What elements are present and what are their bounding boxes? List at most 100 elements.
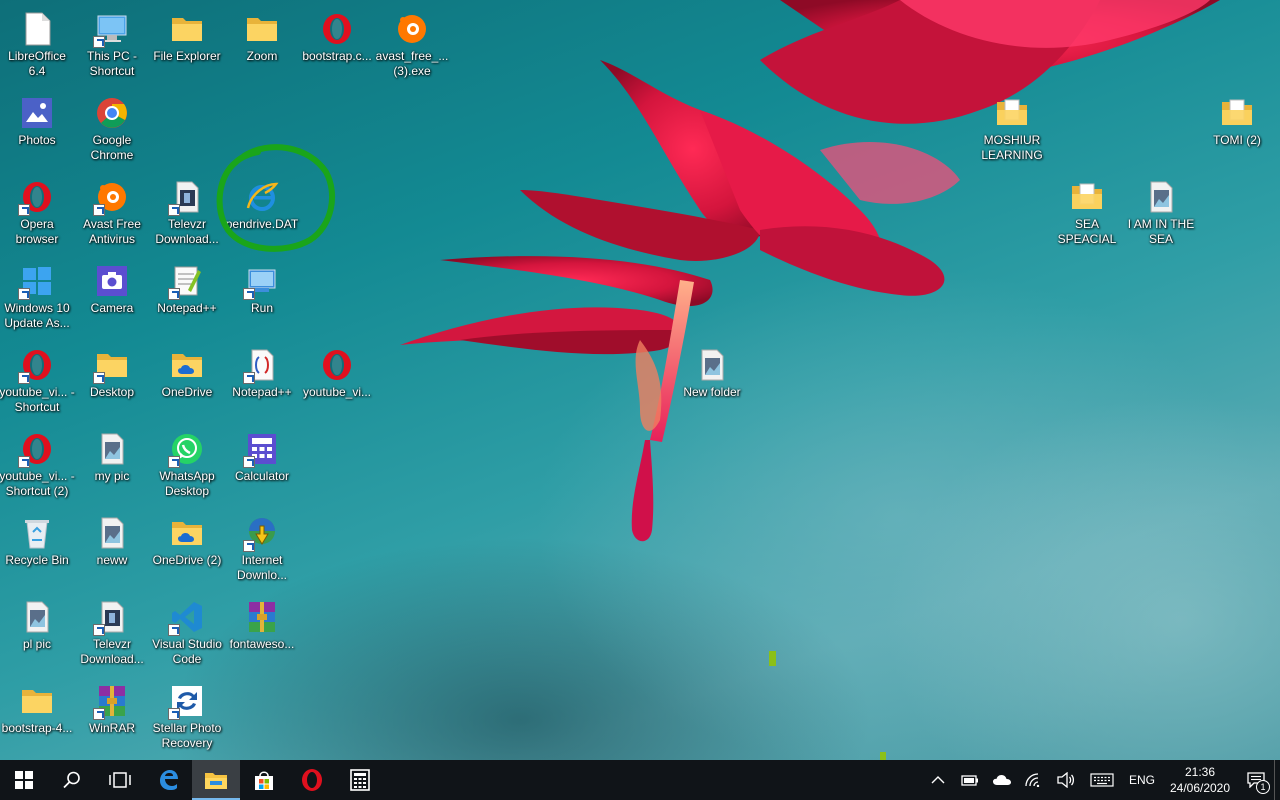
- desktop-icon-label: Recycle Bin: [5, 553, 69, 567]
- desktop-icon-label: New folder: [683, 385, 741, 399]
- store-icon: [255, 771, 273, 790]
- desktop-icon-file-explorer[interactable]: File Explorer: [149, 6, 225, 86]
- desktop-icon-label: OneDrive: [161, 385, 213, 399]
- onedrive-folder-icon: [170, 516, 204, 550]
- desktop-icon-label: Run: [250, 301, 273, 315]
- desktop-icon-pl-pic[interactable]: pl pic: [0, 594, 75, 674]
- desktop-icon-label: pl pic: [22, 637, 51, 651]
- calculator-icon: [350, 769, 370, 791]
- desktop-icon-sea-speacial[interactable]: SEA SPEACIAL: [1049, 174, 1125, 254]
- opera-button[interactable]: [288, 760, 336, 800]
- touch-keyboard-button[interactable]: [1082, 760, 1122, 800]
- desktop-icon-avast-free-3-exe[interactable]: avast_free_... (3).exe: [374, 6, 450, 86]
- chevron-up-icon: [931, 776, 945, 784]
- desktop-icon-libreoffice-6-4[interactable]: LibreOffice 6.4: [0, 6, 75, 86]
- desktop-icon-i-am-in-the-sea[interactable]: I AM IN THE SEA: [1123, 174, 1199, 254]
- desktop-icon-my-pic[interactable]: my pic: [74, 426, 150, 506]
- desktop-icon-camera[interactable]: Camera: [74, 258, 150, 338]
- desktop-icon-label: Windows 10 Update As...: [4, 301, 70, 330]
- desktop-icon-recycle-bin[interactable]: Recycle Bin: [0, 510, 75, 590]
- desktop-icon-label: bootstrap-4...: [1, 721, 73, 735]
- opera-icon: [320, 12, 354, 46]
- desktop-icon-label: my pic: [94, 469, 130, 483]
- avast-icon: [93, 180, 129, 216]
- task-view-button[interactable]: [96, 760, 144, 800]
- clock-button[interactable]: 21:36 24/06/2020: [1162, 760, 1238, 800]
- edge-button[interactable]: [144, 760, 192, 800]
- show-desktop-button[interactable]: [1274, 760, 1280, 800]
- desktop-icon-fontaweso[interactable]: fontaweso...: [224, 594, 300, 674]
- desktop-icon-winrar[interactable]: WinRAR: [74, 678, 150, 758]
- desktop-icon-tomi-2[interactable]: TOMI (2): [1199, 90, 1275, 170]
- desktop-icon-label: neww: [96, 553, 128, 567]
- desktop-icon-stellar-photo-recovery[interactable]: Stellar Photo Recovery: [149, 678, 225, 758]
- desktop-icon-new-folder[interactable]: New folder: [674, 342, 750, 422]
- shortcut-arrow-icon: [168, 624, 180, 636]
- desktop-icon-visual-studio-code[interactable]: Visual Studio Code: [149, 594, 225, 674]
- winrar-icon: [245, 600, 279, 634]
- desktop-icon-bootstrap-c[interactable]: bootstrap.c...: [299, 6, 375, 86]
- start-button[interactable]: [0, 760, 48, 800]
- desktop-icon-notepad[interactable]: Notepad++: [224, 342, 300, 422]
- onedrive-folder-icon: [170, 348, 204, 382]
- search-button[interactable]: [48, 760, 96, 800]
- shortcut-arrow-icon: [243, 456, 255, 468]
- desktop-icon-google-chrome[interactable]: Google Chrome: [74, 90, 150, 170]
- onedrive-tray-button[interactable]: [986, 760, 1018, 800]
- folder-icon: [20, 684, 54, 718]
- vscode-icon: [168, 600, 204, 636]
- green-mark-1: [769, 651, 776, 666]
- shortcut-arrow-icon: [18, 456, 30, 468]
- cloud-icon: [993, 775, 1011, 785]
- battery-tray-button[interactable]: [954, 760, 986, 800]
- desktop-icon-moshiur-learning[interactable]: MOSHIUR LEARNING: [974, 90, 1050, 170]
- desktop-icon-label: Notepad++: [232, 385, 292, 399]
- show-hidden-icons-button[interactable]: [922, 760, 954, 800]
- network-tray-button[interactable]: [1018, 760, 1050, 800]
- desktop-icon-windows-10-update-as[interactable]: Windows 10 Update As...: [0, 258, 75, 338]
- task-view-icon: [109, 772, 131, 788]
- desktop-icon-televzr-download[interactable]: Televzr Download...: [74, 594, 150, 674]
- desktop-icon-opera-browser[interactable]: Opera browser: [0, 174, 75, 254]
- desktop-icon-label: bootstrap.c...: [302, 49, 372, 63]
- shortcut-arrow-icon: [18, 204, 30, 216]
- desktop-icon-calculator[interactable]: Calculator: [224, 426, 300, 506]
- desktop-icon-whatsapp-desktop[interactable]: WhatsApp Desktop: [149, 426, 225, 506]
- desktop-icon-label: Zoom: [246, 49, 278, 63]
- video-file-icon: [168, 180, 204, 216]
- run-icon: [243, 264, 279, 300]
- stellar-icon: [168, 684, 204, 720]
- desktop-icon-youtube-vi-shortcut[interactable]: youtube_vi... - Shortcut: [0, 342, 75, 422]
- desktop-icon-televzr-download[interactable]: Televzr Download...: [149, 174, 225, 254]
- shortcut-arrow-icon: [18, 372, 30, 384]
- desktop-icon-photos[interactable]: Photos: [0, 90, 75, 170]
- desktop-icon-pendrive-dat[interactable]: pendrive.DAT: [224, 174, 300, 254]
- desktop-icon-youtube-vi[interactable]: youtube_vi...: [299, 342, 375, 422]
- desktop-icon-internet-downlo[interactable]: Internet Downlo...: [224, 510, 300, 590]
- file-explorer-button[interactable]: [192, 760, 240, 800]
- opera-icon: [320, 348, 354, 382]
- input-language-button[interactable]: ENG: [1122, 760, 1162, 800]
- shortcut-arrow-icon: [168, 456, 180, 468]
- desktop-icon-zoom[interactable]: Zoom: [224, 6, 300, 86]
- desktop-icon-onedrive-2[interactable]: OneDrive (2): [149, 510, 225, 590]
- desktop-icon-neww[interactable]: neww: [74, 510, 150, 590]
- desktop-icon-youtube-vi-shortcut-2[interactable]: youtube_vi... - Shortcut (2): [0, 426, 75, 506]
- calculator-button[interactable]: [336, 760, 384, 800]
- folder-file-icon: [995, 96, 1029, 130]
- windows-logo-icon: [15, 771, 33, 789]
- video-file-icon: [93, 600, 129, 636]
- desktop-icon-label: youtube_vi...: [302, 385, 372, 399]
- desktop-icon-desktop[interactable]: Desktop: [74, 342, 150, 422]
- desktop-icon-this-pc-shortcut[interactable]: This PC - Shortcut: [74, 6, 150, 86]
- store-button[interactable]: [240, 760, 288, 800]
- desktop-icon-label: youtube_vi... - Shortcut (2): [0, 469, 75, 498]
- desktop-icon-avast-free-antivirus[interactable]: Avast Free Antivirus: [74, 174, 150, 254]
- desktop-icon-onedrive[interactable]: OneDrive: [149, 342, 225, 422]
- desktop-icon-label: Notepad++: [157, 301, 217, 315]
- volume-tray-button[interactable]: [1050, 760, 1082, 800]
- desktop-icon-bootstrap-4[interactable]: bootstrap-4...: [0, 678, 75, 758]
- action-center-button[interactable]: 1: [1238, 760, 1274, 800]
- desktop-icon-notepad[interactable]: Notepad++: [149, 258, 225, 338]
- desktop-icon-run[interactable]: Run: [224, 258, 300, 338]
